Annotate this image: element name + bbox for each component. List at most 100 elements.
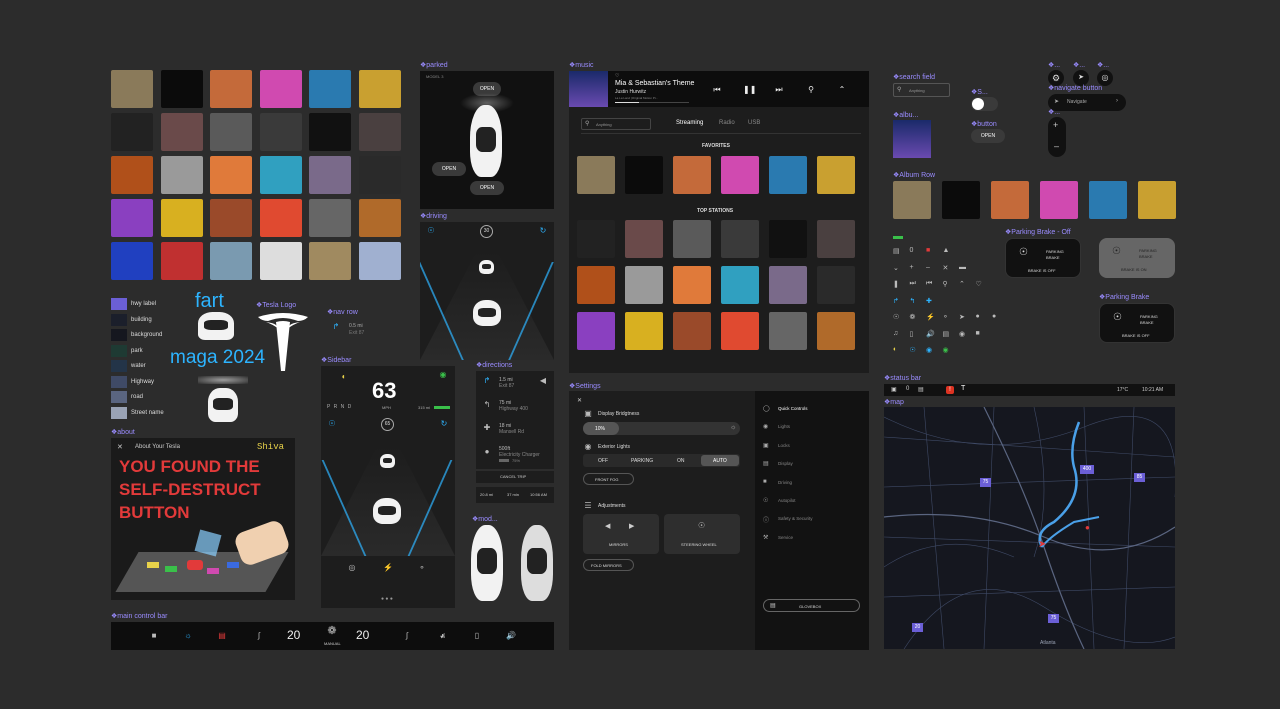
station-cover[interactable] [721, 266, 759, 304]
album-cover[interactable] [160, 70, 203, 108]
album-cover[interactable] [259, 199, 302, 237]
album-cover[interactable] [358, 199, 401, 237]
station-cover[interactable] [673, 312, 711, 350]
album-cover[interactable] [259, 156, 302, 194]
car-mode-a[interactable] [471, 525, 503, 601]
tab-radio[interactable]: Radio [719, 120, 735, 126]
album-cover[interactable] [160, 199, 203, 237]
album-cover[interactable] [210, 156, 252, 194]
settings-menu-item[interactable]: Display [778, 461, 793, 466]
lights-parking[interactable]: PARKING [631, 458, 653, 464]
open-door-button[interactable]: OPEN [432, 162, 466, 176]
album-cover[interactable] [817, 156, 855, 194]
station-cover[interactable] [721, 220, 759, 258]
album-cover[interactable] [577, 156, 615, 194]
lights-on[interactable]: ON [677, 458, 685, 464]
parking-brake-on-card[interactable]: ☉ PARKING BRAKE BRAKE IS ON [1099, 238, 1175, 278]
progress-bar[interactable] [615, 102, 689, 103]
album-cover[interactable] [160, 156, 203, 194]
station-cover[interactable] [769, 312, 807, 350]
settings-menu-item[interactable]: Locks [778, 443, 790, 448]
search-icon[interactable]: ⚲ [806, 85, 816, 95]
lock-icon[interactable]: ▣ [891, 386, 897, 393]
album-cover[interactable] [111, 242, 153, 280]
close-icon[interactable]: ✕ [577, 397, 582, 404]
station-cover[interactable] [817, 266, 855, 304]
station-cover[interactable] [673, 266, 711, 304]
volume-icon[interactable]: 🔊 [506, 631, 516, 641]
phone-icon[interactable]: ▯ [472, 631, 482, 641]
music-icon[interactable]: ♫ [438, 631, 448, 641]
album-cover[interactable] [309, 242, 351, 280]
seat-heat-left-icon[interactable]: ∫ [254, 631, 264, 641]
album-cover[interactable] [1040, 181, 1078, 219]
page-dots[interactable]: ● ● ● [381, 596, 393, 602]
album-cover[interactable] [111, 70, 153, 108]
zoom-in-icon[interactable]: + [1053, 120, 1058, 130]
zoom-out-icon[interactable]: – [1054, 141, 1059, 151]
glovebox-button[interactable]: ▤ GLOVEBOX [763, 599, 860, 612]
next-track-icon[interactable]: ⏭ [774, 85, 784, 95]
album-cover[interactable] [259, 70, 302, 108]
lights-off[interactable]: OFF [598, 458, 608, 464]
album-cover[interactable] [309, 199, 351, 237]
settings-menu-item[interactable]: Autopilot [778, 498, 796, 503]
settings-menu-item[interactable]: Quick Controls [778, 406, 808, 411]
seat-heat-right-icon[interactable]: ∫ [402, 631, 412, 641]
album-cover[interactable] [625, 156, 663, 194]
map-panel[interactable]: 400 75 85 20 75 ➤ ● Atlanta [884, 407, 1175, 649]
speaker-icon[interactable]: ◀ [538, 376, 548, 386]
tab-streaming[interactable]: Streaming [676, 120, 703, 126]
album-cover[interactable] [309, 113, 351, 151]
album-cover[interactable] [358, 156, 401, 194]
prev-track-icon[interactable]: ⏮ [712, 85, 722, 95]
settings-menu-item[interactable]: Service [778, 535, 793, 540]
heart-icon[interactable]: ♡ [615, 73, 619, 79]
station-cover[interactable] [817, 312, 855, 350]
settings-menu-item[interactable]: Lights [778, 424, 790, 429]
album-cover[interactable] [111, 113, 153, 151]
album-cover[interactable] [111, 156, 153, 194]
mic-icon[interactable]: ⚬ [417, 563, 427, 573]
settings-menu-item[interactable]: Driving [778, 480, 792, 485]
defrost-front-icon[interactable]: ☼ [183, 631, 193, 641]
parking-brake-off-card[interactable]: ☉ PARKING BRAKE BRAKE IS OFF [1005, 238, 1081, 278]
temp-left[interactable]: 20 [287, 628, 300, 642]
fan-icon[interactable]: ❁ [327, 626, 337, 637]
station-cover[interactable] [769, 266, 807, 304]
tab-usb[interactable]: USB [748, 120, 760, 126]
album-cover[interactable] [769, 156, 807, 194]
music-search-input[interactable]: ⚲ Anything [581, 118, 651, 130]
album-cover[interactable] [160, 242, 203, 280]
album-cover[interactable] [160, 113, 203, 151]
station-cover[interactable] [577, 312, 615, 350]
steering-wheel-button[interactable]: ☉ STEERING WHEEL [664, 514, 740, 554]
album-cover[interactable] [210, 70, 252, 108]
station-cover[interactable] [817, 220, 855, 258]
fold-mirrors-button[interactable]: FOLD MIRRORS [583, 559, 634, 571]
album-cover[interactable] [1138, 181, 1176, 219]
mirrors-button[interactable]: ◀ ▶ MIRRORS [583, 514, 659, 554]
camera-icon[interactable]: ◎ [347, 563, 357, 573]
cancel-trip-button[interactable]: CANCEL TRIP [476, 471, 554, 483]
car-mode-b[interactable] [521, 525, 553, 601]
album-cover[interactable] [358, 70, 401, 108]
station-cover[interactable] [625, 266, 663, 304]
parking-brake-card[interactable]: ☉ PARKING BRAKE BRAKE IS OFF [1099, 303, 1175, 343]
album-cover[interactable] [210, 242, 252, 280]
album-cover[interactable] [721, 156, 759, 194]
album-cover[interactable] [358, 113, 401, 151]
album-cover[interactable] [259, 113, 302, 151]
album-cover[interactable] [309, 70, 351, 108]
station-cover[interactable] [577, 220, 615, 258]
open-button[interactable]: OPEN [971, 129, 1005, 143]
album-cover[interactable] [1089, 181, 1127, 219]
album-cover[interactable] [358, 242, 401, 280]
toggle-switch[interactable] [971, 97, 998, 111]
station-cover[interactable] [769, 220, 807, 258]
album-cover[interactable] [210, 113, 252, 151]
alert-icon[interactable]: ! [946, 386, 954, 394]
album-cover[interactable] [991, 181, 1029, 219]
settings-menu-item[interactable]: Safety & Security [778, 516, 813, 521]
close-icon[interactable]: ✕ [117, 443, 123, 451]
